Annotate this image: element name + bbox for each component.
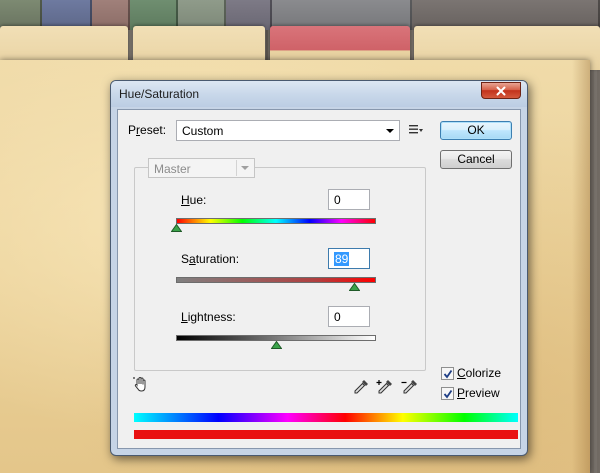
preset-label: Preset: [128,123,167,137]
cancel-button[interactable]: Cancel [440,150,512,169]
dropdown-divider [236,160,237,176]
hue-slider-thumb[interactable] [170,224,182,232]
saturation-label: Saturation: [181,252,240,266]
hue-slider[interactable] [176,218,376,224]
ok-button[interactable]: OK [440,121,512,140]
channel-value: Master [154,162,191,176]
chevron-down-icon [241,166,249,170]
checkmark-icon [443,369,453,378]
checkmark-icon [443,389,453,398]
title-bar[interactable]: Hue/Saturation [111,81,527,107]
output-color-spectrum [134,430,518,439]
preset-value: Custom [182,124,224,138]
channel-dropdown[interactable]: Master [148,158,255,178]
preset-dropdown[interactable]: Custom [176,120,400,141]
preset-options-icon[interactable] [408,123,424,137]
saturation-slider[interactable] [176,277,376,283]
dialog-title: Hue/Saturation [119,87,200,101]
lightness-input[interactable]: 0 [328,306,370,327]
colorize-label: Colorize [457,366,502,380]
preview-option[interactable]: Preview [441,386,500,400]
hue-label: Hue: [181,193,207,207]
saturation-input[interactable]: 89 [328,248,370,269]
targeted-adjustment-hand-icon[interactable] [132,376,150,394]
lightness-value: 0 [334,310,341,324]
saturation-value: 89 [334,252,350,266]
hue-saturation-dialog: Hue/Saturation Preset: Custom OK Cancel … [110,80,528,456]
close-x-icon [496,86,506,95]
preview-label: Preview [457,386,500,400]
saturation-slider-thumb[interactable] [348,283,360,291]
hue-input[interactable]: 0 [328,189,370,210]
input-color-spectrum [134,413,518,422]
eyedropper-plus-icon[interactable] [376,378,394,396]
colorize-option[interactable]: Colorize [441,366,501,380]
colorize-checkbox[interactable] [441,366,454,380]
close-button[interactable] [481,82,521,99]
lightness-slider-thumb[interactable] [270,341,282,349]
eyedropper-minus-icon[interactable] [401,378,419,396]
chevron-down-icon [386,129,394,133]
hue-value: 0 [334,193,341,207]
lightness-label: Lightness: [181,310,236,324]
eyedropper-icon[interactable] [352,378,370,396]
preview-checkbox[interactable] [441,386,454,400]
dialog-body: Preset: Custom OK Cancel Master Hue: 0 S… [117,109,521,449]
